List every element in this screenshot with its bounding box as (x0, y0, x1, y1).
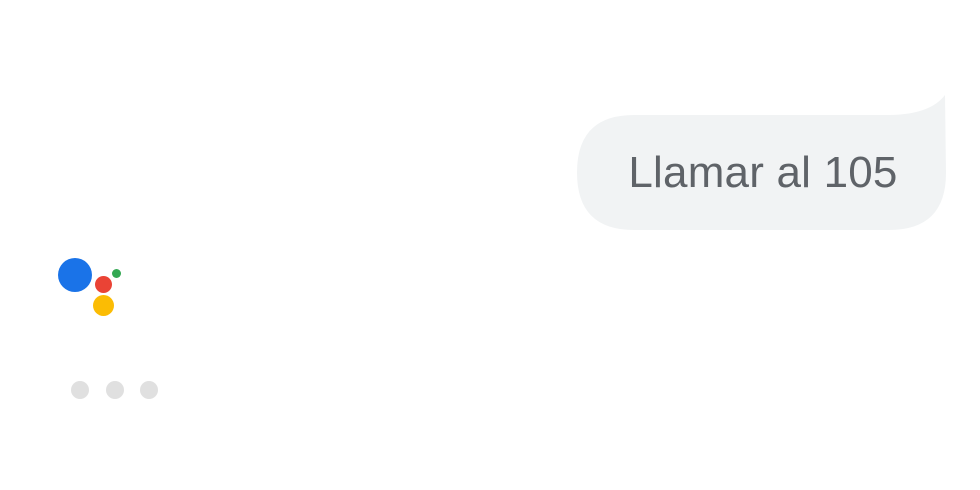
typing-dot (106, 381, 124, 399)
typing-dot (140, 381, 158, 399)
assistant-logo-green-dot (112, 269, 121, 278)
user-message-text: Llamar al 105 (628, 147, 898, 197)
typing-dots-icon (71, 380, 161, 400)
assistant-logo-blue-dot (58, 258, 92, 292)
google-assistant-logo-icon (56, 256, 126, 320)
user-message-bubble: Llamar al 105 (577, 95, 947, 230)
assistant-logo-yellow-dot (93, 295, 114, 316)
assistant-logo-red-dot (95, 276, 112, 293)
typing-dot (71, 381, 89, 399)
